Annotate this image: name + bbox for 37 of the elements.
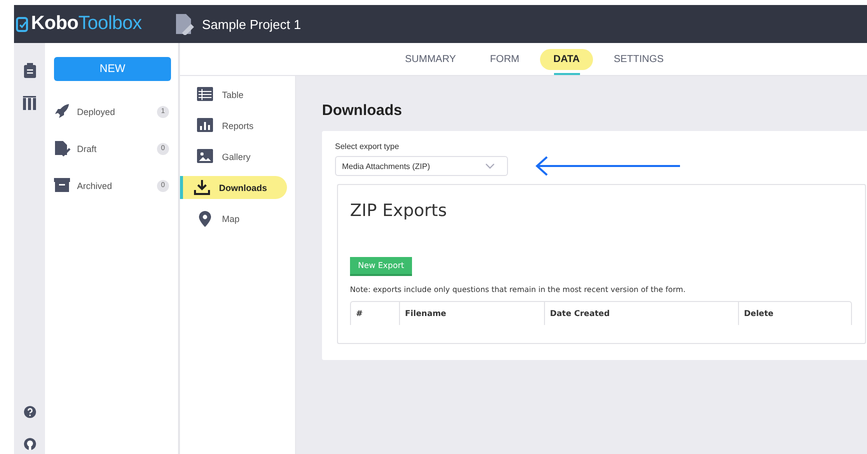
tab[interactable]: DATA — [540, 48, 593, 70]
bar-chart-icon — [197, 118, 213, 134]
form-icon — [174, 13, 194, 35]
project-title: Sample Project 1 — [202, 16, 301, 32]
tab[interactable]: SUMMARY — [392, 48, 469, 70]
data-nav-item[interactable]: Gallery — [182, 145, 287, 168]
column-header: Delete — [738, 302, 851, 325]
sidebar-item[interactable]: Archived — [77, 180, 151, 190]
rocket-icon[interactable] — [54, 103, 71, 120]
column-header: # — [355, 308, 364, 320]
sidebar-item[interactable]: Deployed — [77, 106, 151, 116]
library-icon[interactable] — [22, 96, 36, 110]
card-title: ZIP Exports — [350, 201, 448, 221]
map-pin-icon — [197, 210, 213, 226]
data-nav-item[interactable]: Reports — [182, 114, 287, 137]
logo-icon — [16, 16, 28, 32]
download-icon — [194, 180, 210, 196]
page-title: Downloads — [322, 102, 404, 119]
help-icon[interactable] — [24, 406, 36, 418]
column-header: Filename — [399, 302, 544, 325]
document-pencil-icon[interactable] — [54, 140, 71, 157]
data-nav-item[interactable]: Map — [182, 207, 287, 230]
data-nav-item[interactable]: Downloads — [180, 176, 287, 199]
tab[interactable]: FORM — [476, 48, 532, 70]
logo-text: KoboToolbox — [31, 13, 142, 35]
export-type-dropdown[interactable]: Media Attachments (ZIP) — [335, 156, 508, 176]
image-icon — [197, 148, 213, 164]
field-label: Select export type — [335, 142, 400, 151]
column-header: Date Created — [544, 302, 738, 325]
chevron-down-icon — [485, 163, 495, 169]
data-nav-item[interactable]: Table — [182, 83, 287, 106]
sidebar-item[interactable]: Draft — [77, 144, 151, 154]
clipboard-icon[interactable] — [24, 63, 36, 78]
active-tab-indicator — [554, 72, 580, 74]
tab[interactable]: SETTINGS — [600, 48, 677, 70]
archive-box-icon[interactable] — [54, 177, 71, 194]
table-icon — [197, 86, 213, 102]
